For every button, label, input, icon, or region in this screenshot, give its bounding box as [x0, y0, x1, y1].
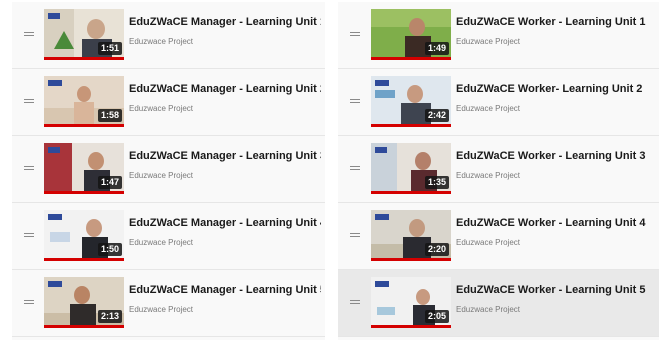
channel-name[interactable]: Eduzwace Project [129, 305, 193, 314]
video-thumbnail[interactable]: 2:20 [371, 210, 451, 261]
channel-name[interactable]: Eduzwace Project [456, 171, 520, 180]
playlist-item[interactable]: 2:20 EduZWaCE Worker - Learning Unit 4 E… [338, 203, 659, 270]
playlist-item[interactable]: 2:13 EduZWaCE Manager - Learning Unit 5 … [12, 270, 325, 337]
video-duration: 1:50 [97, 243, 122, 256]
drag-handle-icon[interactable] [350, 99, 360, 105]
drag-handle-icon[interactable] [24, 32, 34, 38]
video-duration: 2:05 [424, 310, 449, 323]
drag-handle-icon[interactable] [350, 233, 360, 239]
video-thumbnail[interactable]: 1:35 [371, 143, 451, 194]
video-thumbnail[interactable]: 2:13 [44, 277, 124, 328]
video-title[interactable]: EduZWaCE Worker- Learning Unit 2 [456, 83, 655, 95]
playlist-worker: 1:49 EduZWaCE Worker - Learning Unit 1 E… [338, 2, 659, 340]
video-duration: 2:20 [424, 243, 449, 256]
channel-name[interactable]: Eduzwace Project [456, 104, 520, 113]
video-title[interactable]: EduZWaCE Manager - Learning Unit 4 [129, 217, 321, 229]
video-duration: 1:58 [97, 109, 122, 122]
channel-name[interactable]: Eduzwace Project [456, 238, 520, 247]
video-title[interactable]: EduZWaCE Manager - Learning Unit 5 [129, 284, 321, 296]
video-thumbnail[interactable]: 1:58 [44, 76, 124, 127]
channel-name[interactable]: Eduzwace Project [129, 238, 193, 247]
playlist-item[interactable]: 1:49 EduZWaCE Worker - Learning Unit 1 E… [338, 2, 659, 69]
video-duration: 1:47 [97, 176, 122, 189]
playlist-manager: 1:51 EduZWaCE Manager - Learning Unit 1 … [12, 2, 325, 340]
drag-handle-icon[interactable] [350, 300, 360, 306]
channel-name[interactable]: Eduzwace Project [456, 37, 520, 46]
video-title[interactable]: EduZWaCE Worker - Learning Unit 1 [456, 16, 655, 28]
drag-handle-icon[interactable] [350, 32, 360, 38]
playlist-item-selected[interactable]: 2:05 EduZWaCE Worker - Learning Unit 5 E… [338, 270, 659, 337]
playlist-item[interactable]: 1:35 EduZWaCE Worker - Learning Unit 3 E… [338, 136, 659, 203]
video-thumbnail[interactable]: 2:42 [371, 76, 451, 127]
video-duration: 1:49 [424, 42, 449, 55]
drag-handle-icon[interactable] [24, 300, 34, 306]
video-title[interactable]: EduZWaCE Manager - Learning Unit 1 [129, 16, 321, 28]
video-thumbnail[interactable]: 1:47 [44, 143, 124, 194]
video-thumbnail[interactable]: 1:49 [371, 9, 451, 60]
drag-handle-icon[interactable] [350, 166, 360, 172]
playlist-item[interactable]: 1:47 EduZWaCE Manager - Learning Unit 3 … [12, 136, 325, 203]
video-duration: 2:13 [97, 310, 122, 323]
channel-name[interactable]: Eduzwace Project [129, 104, 193, 113]
video-title[interactable]: EduZWaCE Worker - Learning Unit 4 [456, 217, 655, 229]
playlist-item[interactable]: 1:51 EduZWaCE Manager - Learning Unit 1 … [12, 2, 325, 69]
video-thumbnail[interactable]: 1:50 [44, 210, 124, 261]
video-duration: 1:51 [97, 42, 122, 55]
channel-name[interactable]: Eduzwace Project [456, 305, 520, 314]
video-duration: 2:42 [424, 109, 449, 122]
drag-handle-icon[interactable] [24, 99, 34, 105]
drag-handle-icon[interactable] [24, 233, 34, 239]
video-title[interactable]: EduZWaCE Manager - Learning Unit 3 [129, 150, 321, 162]
video-duration: 1:35 [424, 176, 449, 189]
video-title[interactable]: EduZWaCE Worker - Learning Unit 5 [456, 284, 655, 296]
video-thumbnail[interactable]: 2:05 [371, 277, 451, 328]
channel-name[interactable]: Eduzwace Project [129, 37, 193, 46]
channel-name[interactable]: Eduzwace Project [129, 171, 193, 180]
video-title[interactable]: EduZWaCE Manager - Learning Unit 2 [129, 83, 321, 95]
playlist-item[interactable]: 1:58 EduZWaCE Manager - Learning Unit 2 … [12, 69, 325, 136]
video-thumbnail[interactable]: 1:51 [44, 9, 124, 60]
playlist-item[interactable]: 2:42 EduZWaCE Worker- Learning Unit 2 Ed… [338, 69, 659, 136]
video-title[interactable]: EduZWaCE Worker - Learning Unit 3 [456, 150, 655, 162]
playlist-item[interactable]: 1:50 EduZWaCE Manager - Learning Unit 4 … [12, 203, 325, 270]
drag-handle-icon[interactable] [24, 166, 34, 172]
